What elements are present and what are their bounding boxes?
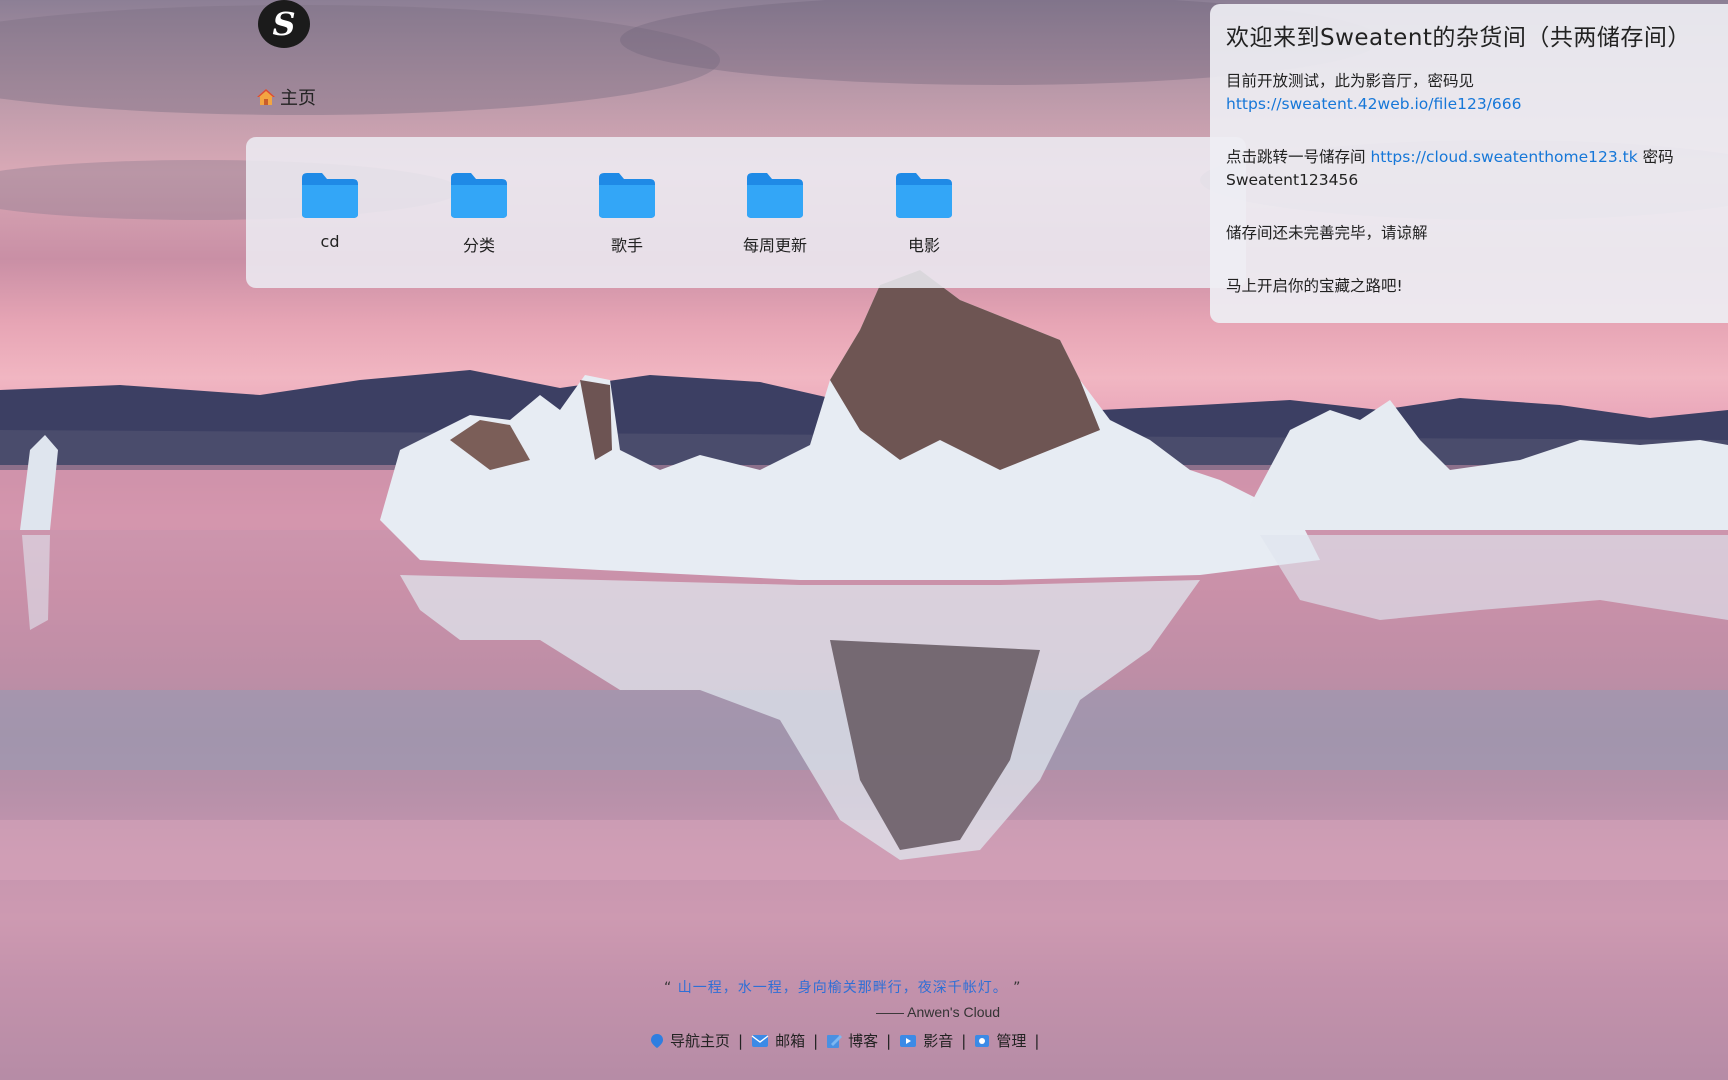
breadcrumb-label: 主页 [280, 88, 316, 109]
notice-line-1-text: 目前开放测试，此为影音厅，密码见 [1226, 72, 1475, 90]
navigation-icon [651, 1033, 663, 1048]
folder-item-weekly-update[interactable]: 每周更新 [720, 170, 830, 256]
site-logo[interactable]: S [258, 0, 310, 48]
footer-link-label: 管理 [996, 1032, 1027, 1050]
folder-icon [451, 173, 507, 218]
folder-icon [896, 173, 952, 218]
notice-line-2: 点击跳转一号储存间 https://cloud.sweatenthome123.… [1226, 146, 1728, 192]
link-separator: | [1034, 1031, 1040, 1050]
footer-link-blog[interactable]: 博客 [826, 1030, 878, 1051]
folder-label: cd [320, 232, 340, 251]
footer-link-nav-home[interactable]: 导航主页 [650, 1030, 730, 1051]
folder-icon [599, 173, 655, 218]
folder-item-movies[interactable]: 电影 [869, 170, 979, 256]
folder-label: 电影 [907, 236, 940, 255]
link-separator: | [961, 1031, 967, 1050]
mail-icon [751, 1034, 769, 1047]
footer-links: 导航主页 | 邮箱 | 博客 | 影音 | 管理 | [650, 1030, 1047, 1051]
footer-link-label: 影音 [923, 1032, 954, 1050]
notice-line-2-text: 点击跳转一号储存间 [1226, 148, 1366, 166]
folder-item-singer[interactable]: 歌手 [572, 170, 682, 256]
link-separator: | [813, 1031, 819, 1050]
admin-icon [975, 1034, 990, 1047]
folder-item-category[interactable]: 分类 [424, 170, 534, 256]
folder-label: 每周更新 [742, 236, 807, 255]
notice-panel: 欢迎来到Sweatent的杂货间（共两储存间） 目前开放测试，此为影音厅，密码见… [1210, 4, 1728, 323]
quote-text: 山一程，水一程，身向榆关那畔行，夜深千帐灯。 [677, 980, 1008, 996]
footer-link-label: 博客 [848, 1032, 879, 1050]
blog-icon [827, 1034, 843, 1048]
folder-label: 分类 [462, 236, 495, 255]
footer-link-label: 邮箱 [775, 1032, 806, 1050]
link-separator: | [886, 1031, 892, 1050]
breadcrumb[interactable]: 主页 [256, 84, 316, 110]
folder-panel: cd 分类 歌手 每周更新 电影 [246, 137, 1246, 288]
folder-item-cd[interactable]: cd [275, 170, 385, 251]
footer-link-mail[interactable]: 邮箱 [751, 1030, 805, 1051]
footer-quote: “ 山一程，水一程，身向榆关那畔行，夜深千帐灯。 ” [664, 977, 1021, 997]
storage-one-link[interactable]: https://cloud.sweatenthome123.tk [1370, 148, 1637, 166]
media-hall-link[interactable]: https://sweatent.42web.io/file123/666 [1226, 95, 1522, 113]
notice-line-3: 储存间还未完善完毕，请谅解 [1226, 224, 1428, 242]
notice-line-1: 目前开放测试，此为影音厅，密码见 https://sweatent.42web.… [1226, 70, 1728, 116]
folder-icon [747, 173, 803, 218]
folder-label: 歌手 [610, 236, 643, 255]
footer-link-media[interactable]: 影音 [899, 1030, 953, 1051]
notice-line-4: 马上开启你的宝藏之路吧! [1226, 277, 1403, 295]
footer-signature: —— Anwen's Cloud [876, 1004, 1001, 1020]
media-icon [900, 1034, 917, 1047]
password-value: Sweatent123456 [1226, 171, 1359, 189]
footer-link-label: 导航主页 [670, 1032, 731, 1050]
password-label: 密码 [1642, 148, 1674, 166]
notice-title: 欢迎来到Sweatent的杂货间（共两储存间） [1226, 25, 1691, 51]
footer-link-admin[interactable]: 管理 [974, 1030, 1026, 1051]
quote-open-mark: “ [664, 980, 673, 996]
link-separator: | [738, 1031, 744, 1050]
quote-close-mark: ” [1013, 980, 1022, 996]
home-icon [257, 89, 275, 105]
logo-letter: S [272, 5, 296, 43]
folder-icon [302, 173, 358, 218]
